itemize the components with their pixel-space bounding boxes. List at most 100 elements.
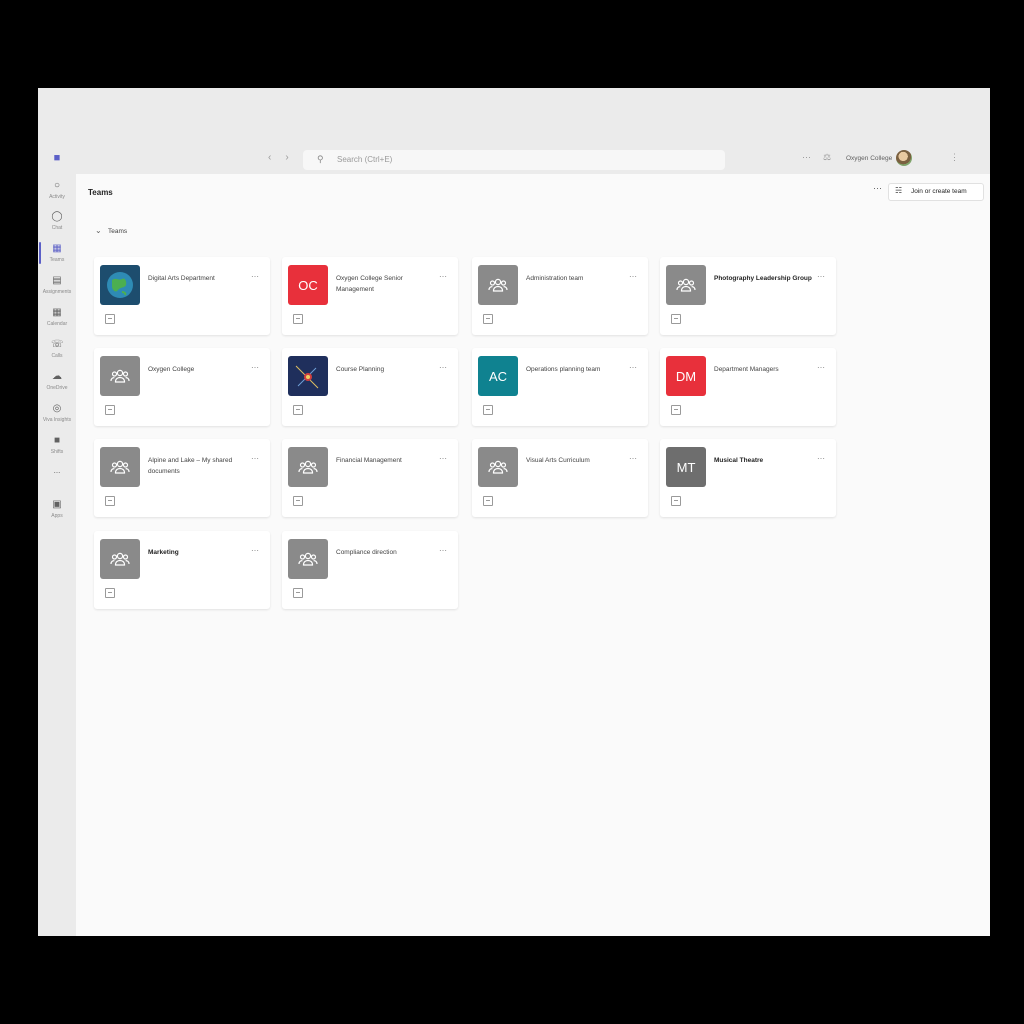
team-initials-avatar: MT: [666, 447, 706, 487]
team-card[interactable]: Visual Arts Curriculum ⋯: [472, 439, 648, 517]
team-more-options-icon[interactable]: ⋯: [439, 454, 447, 463]
team-name: Photography Leadership Group: [714, 275, 812, 282]
team-card[interactable]: Financial Management ⋯: [282, 439, 458, 517]
channel-icon[interactable]: [105, 588, 115, 598]
team-initials-avatar: OC: [288, 265, 328, 305]
insights-icon: ◎: [52, 403, 62, 414]
team-name: Compliance direction: [336, 549, 397, 556]
rail-item-calendar[interactable]: ▦ Calendar: [38, 307, 76, 327]
rail-item-onedrive[interactable]: ☁ OneDrive: [38, 371, 76, 391]
channel-icon[interactable]: [293, 314, 303, 324]
channel-icon[interactable]: [293, 405, 303, 415]
rail-item-chat[interactable]: ◯ Chat: [38, 211, 76, 231]
team-name: Department Managers: [714, 366, 779, 373]
header-more-icon[interactable]: ⋯: [873, 183, 882, 194]
channel-icon[interactable]: [105, 314, 115, 324]
page-title: Teams: [88, 188, 113, 197]
channel-icon[interactable]: [105, 496, 115, 506]
forward-arrow-icon[interactable]: ›: [285, 152, 302, 163]
team-initials-avatar: DM: [666, 356, 706, 396]
team-name: Musical Theatre: [714, 457, 764, 464]
channel-icon[interactable]: [105, 405, 115, 415]
team-name: Financial Management: [336, 457, 402, 464]
team-more-options-icon[interactable]: ⋯: [629, 454, 637, 463]
app-rail: ■ ○ Activity ◯ Chat ▦ Teams ▤ Assignments ▦ C…: [38, 152, 76, 936]
join-or-create-team-button[interactable]: ☵ Join or create team: [888, 183, 984, 201]
apps-icon: ▣: [52, 499, 62, 510]
group-icon: [100, 447, 140, 487]
team-more-options-icon[interactable]: ⋯: [439, 272, 447, 281]
channel-icon[interactable]: [483, 496, 493, 506]
team-more-options-icon[interactable]: ⋯: [251, 546, 259, 555]
team-card[interactable]: OC Oxygen College Senior Management ⋯: [282, 257, 458, 335]
channel-icon[interactable]: [671, 496, 681, 506]
calendar-icon: ▦: [52, 307, 62, 318]
team-card[interactable]: Administration team ⋯: [472, 257, 648, 335]
search-box[interactable]: ⚲ Search (Ctrl+E): [303, 150, 725, 170]
chat-icon: ◯: [51, 211, 63, 222]
rail-item-more-apps[interactable]: ...: [38, 464, 76, 475]
group-icon: [288, 539, 328, 579]
title-bar: ‹› ⚲ Search (Ctrl+E) ⋯ ⚖ Oxygen College …: [38, 88, 990, 174]
team-more-options-icon[interactable]: ⋯: [629, 363, 637, 372]
search-icon: ⚲: [317, 154, 324, 164]
team-more-options-icon[interactable]: ⋯: [817, 272, 825, 281]
channel-icon[interactable]: [483, 314, 493, 324]
rail-item-calls[interactable]: ☏ Calls: [38, 339, 76, 359]
team-card[interactable]: Oxygen College ⋯: [94, 348, 270, 426]
channel-icon[interactable]: [671, 314, 681, 324]
org-icon[interactable]: ⚖: [823, 152, 831, 163]
team-more-options-icon[interactable]: ⋯: [251, 272, 259, 281]
team-card[interactable]: Alpine and Lake – My shared documents ⋯: [94, 439, 270, 517]
team-name: Marketing: [148, 549, 179, 556]
team-name: Visual Arts Curriculum: [526, 457, 590, 464]
team-card[interactable]: AC Operations planning team ⋯: [472, 348, 648, 426]
group-icon: [100, 356, 140, 396]
channel-icon[interactable]: [293, 496, 303, 506]
app-window: ‹› ⚲ Search (Ctrl+E) ⋯ ⚖ Oxygen College …: [38, 88, 990, 936]
rail-item-apps[interactable]: ▣ Apps: [38, 499, 76, 519]
channel-icon[interactable]: [293, 588, 303, 598]
assignments-icon: ▤: [52, 275, 62, 286]
team-card[interactable]: Course Planning ⋯: [282, 348, 458, 426]
team-name: Alpine and Lake – My shared documents: [148, 457, 233, 475]
team-more-options-icon[interactable]: ⋯: [817, 454, 825, 463]
team-card[interactable]: Digital Arts Department ⋯: [94, 257, 270, 335]
channel-icon[interactable]: [671, 405, 681, 415]
user-name: Oxygen College: [846, 155, 893, 162]
team-more-options-icon[interactable]: ⋯: [439, 546, 447, 555]
rail-item-assignments[interactable]: ▤ Assignments: [38, 275, 76, 295]
group-icon: [666, 265, 706, 305]
search-placeholder: Search (Ctrl+E): [337, 155, 393, 164]
team-more-options-icon[interactable]: ⋯: [251, 454, 259, 463]
team-more-options-icon[interactable]: ⋯: [629, 272, 637, 281]
globe-image: [100, 265, 140, 305]
window-menu-icon[interactable]: ⋮: [950, 152, 959, 163]
team-more-options-icon[interactable]: ⋯: [439, 363, 447, 372]
team-card[interactable]: Marketing ⋯: [94, 531, 270, 609]
cloud-icon: ☁: [52, 371, 62, 382]
channel-icon[interactable]: [483, 405, 493, 415]
team-more-options-icon[interactable]: ⋯: [817, 363, 825, 372]
team-card[interactable]: DM Department Managers ⋯: [660, 348, 836, 426]
rail-item-shifts[interactable]: ■ Shifts: [38, 435, 76, 455]
team-initials-avatar: AC: [478, 356, 518, 396]
teams-icon: ▦: [52, 243, 62, 254]
team-name: Administration team: [526, 275, 584, 282]
team-name: Oxygen College: [148, 366, 195, 373]
team-card[interactable]: Photography Leadership Group ⋯: [660, 257, 836, 335]
user-avatar[interactable]: [896, 150, 912, 166]
bell-icon: ○: [53, 180, 61, 191]
more-options-icon[interactable]: ⋯: [802, 152, 811, 163]
rail-item-activity[interactable]: ○ Activity: [38, 180, 76, 200]
rail-item-teams[interactable]: ▦ Teams: [38, 242, 76, 264]
group-icon: [478, 447, 518, 487]
chevron-down-icon[interactable]: ⌄: [95, 226, 102, 235]
course-planning-image: [288, 356, 328, 396]
team-card[interactable]: MT Musical Theatre ⋯: [660, 439, 836, 517]
back-arrow-icon[interactable]: ‹: [268, 152, 285, 163]
team-card[interactable]: Compliance direction ⋯: [282, 531, 458, 609]
team-more-options-icon[interactable]: ⋯: [251, 363, 259, 372]
phone-icon: ☏: [51, 339, 64, 350]
rail-item-insights[interactable]: ◎ Viva Insights: [38, 403, 76, 423]
